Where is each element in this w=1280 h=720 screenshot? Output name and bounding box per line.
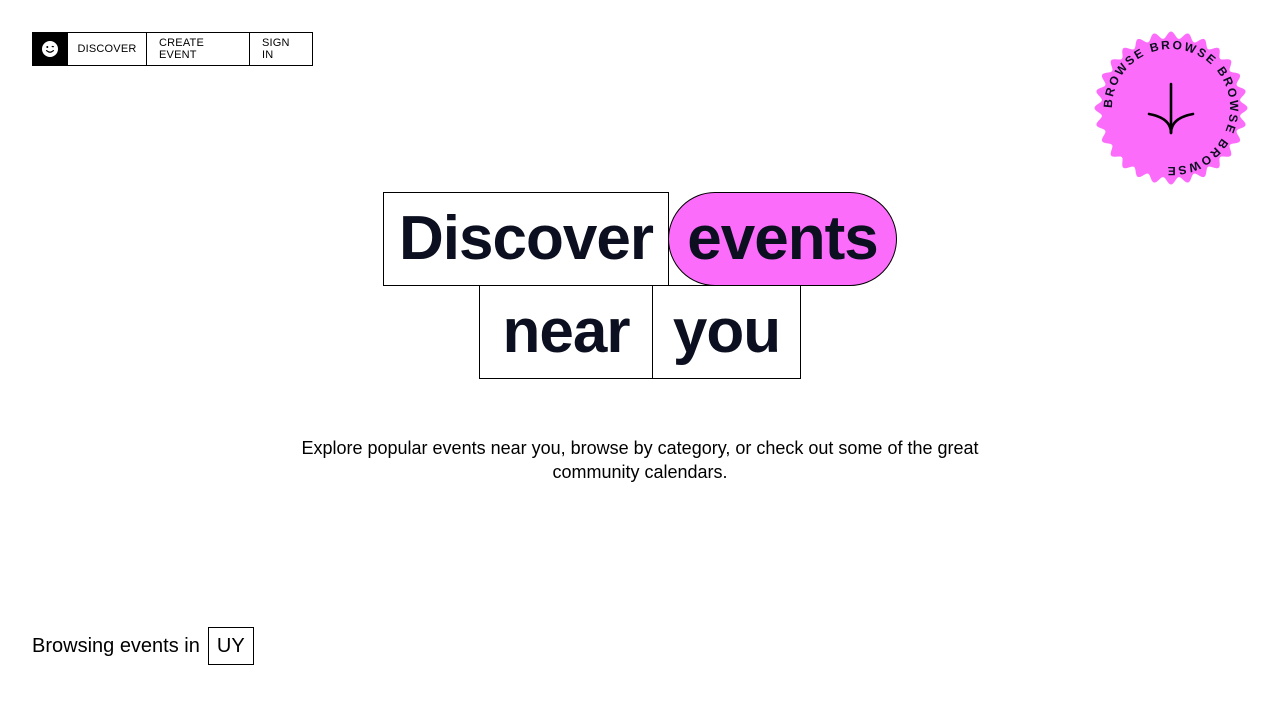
page-description: Explore popular events near you, browse … — [301, 438, 979, 482]
headline-word-near: near — [479, 285, 653, 379]
nav-discover-link[interactable]: DISCOVER — [67, 33, 146, 65]
smiley-icon — [42, 41, 58, 57]
headline-word-events: events — [668, 192, 897, 286]
headline-word-discover: Discover — [383, 192, 669, 286]
location-selector: Browsing events in UY — [32, 627, 254, 665]
location-label: Browsing events in — [32, 634, 200, 657]
country-select-button[interactable]: UY — [207, 627, 254, 665]
browse-badge-button[interactable]: BROWSE BROWSE BROWSE BROWSE — [1093, 30, 1249, 186]
headline-word-you: you — [652, 285, 801, 379]
browse-badge-graphic: BROWSE BROWSE BROWSE BROWSE — [1094, 31, 1248, 185]
nav-create-event-link[interactable]: CREATE EVENT — [146, 33, 249, 65]
top-nav: DISCOVER CREATE EVENT SIGN IN — [32, 32, 313, 66]
nav-sign-in-link[interactable]: SIGN IN — [249, 33, 312, 65]
home-logo[interactable] — [33, 33, 67, 65]
